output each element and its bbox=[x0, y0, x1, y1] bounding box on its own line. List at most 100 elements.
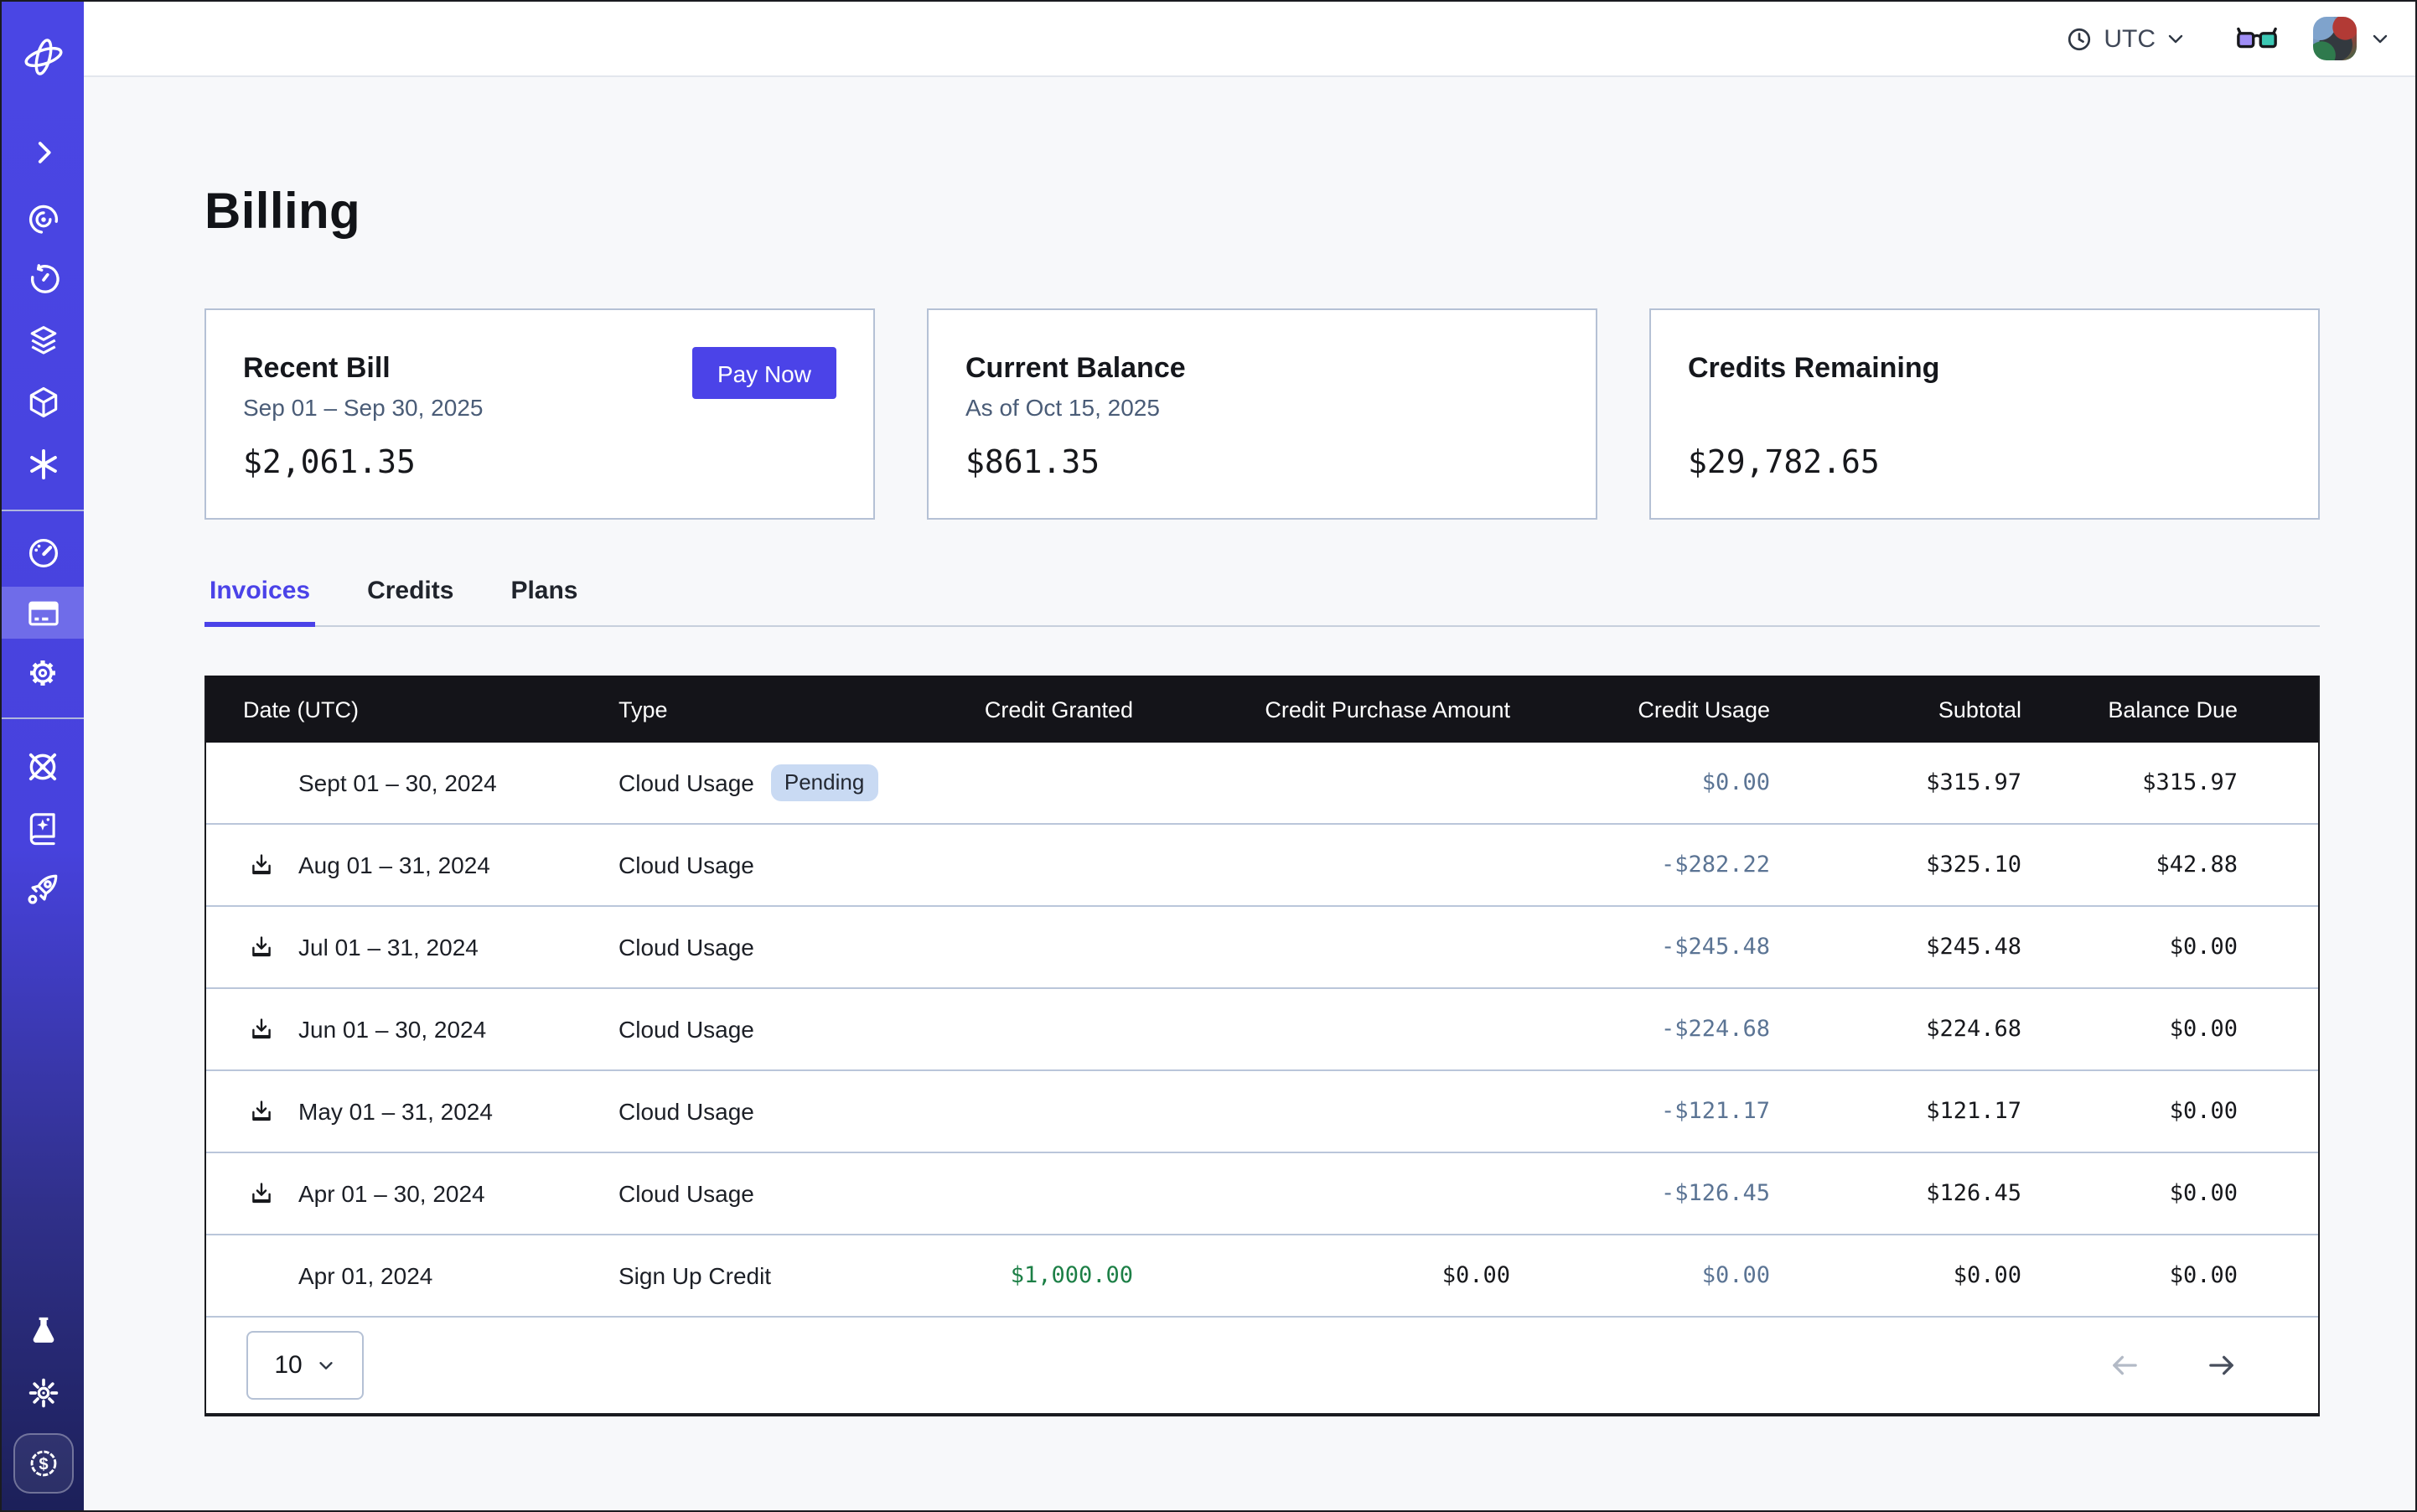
table-header: Date (UTC) Type Credit Granted Credit Pu… bbox=[206, 676, 2318, 743]
flask-icon bbox=[24, 1312, 61, 1349]
invoice-type: Cloud Usage bbox=[618, 1180, 754, 1207]
app-window: $ UTC Billing bbox=[0, 0, 2417, 1512]
topbar: UTC bbox=[84, 2, 2415, 77]
tab-plans[interactable]: Plans bbox=[505, 577, 582, 625]
billing-page: Billing Recent Bill Sep 01 – Sep 30, 202… bbox=[84, 77, 2415, 1510]
dollar-badge-icon: $ bbox=[24, 1445, 61, 1482]
billing-tabs: Invoices Credits Plans bbox=[204, 577, 2320, 627]
column-header-credit-granted: Credit Granted bbox=[949, 696, 1133, 722]
credit-usage: -$121.17 bbox=[1510, 1098, 1770, 1125]
column-header-credit-usage: Credit Usage bbox=[1510, 696, 1770, 722]
page-size-select[interactable]: 10 bbox=[246, 1331, 364, 1400]
chevron-down-icon bbox=[318, 1356, 336, 1375]
theme-toggle[interactable] bbox=[2, 1366, 84, 1418]
balance-due: $0.00 bbox=[2021, 934, 2318, 961]
invoice-type: Cloud Usage bbox=[618, 769, 754, 796]
subtotal: $121.17 bbox=[1770, 1098, 2021, 1125]
clock-icon bbox=[2065, 24, 2094, 53]
timezone-label: UTC bbox=[2104, 24, 2156, 53]
download-icon bbox=[248, 1180, 275, 1207]
balance-due: $0.00 bbox=[2021, 1180, 2318, 1207]
credits-remaining-amount: $29,782.65 bbox=[1688, 444, 2281, 481]
orbit-logo-icon[interactable] bbox=[2, 30, 84, 82]
sidebar-item-labs[interactable] bbox=[2, 1304, 84, 1356]
download-invoice-button[interactable] bbox=[248, 1016, 275, 1043]
recent-bill-amount: $2,061.35 bbox=[243, 444, 836, 481]
download-invoice-button[interactable] bbox=[248, 934, 275, 961]
sidebar-item-support[interactable] bbox=[2, 741, 84, 793]
asterisk-icon[interactable] bbox=[2, 438, 84, 489]
glasses-icon[interactable] bbox=[2236, 24, 2278, 53]
subtotal: $0.00 bbox=[1770, 1262, 2021, 1289]
column-header-type: Type bbox=[605, 696, 949, 722]
table-row: May 01 – 31, 2024 Cloud Usage -$121.17 $… bbox=[206, 1069, 2318, 1152]
prev-page-arrow-left-icon[interactable] bbox=[2107, 1348, 2142, 1383]
invoice-date: Jun 01 – 30, 2024 bbox=[298, 1016, 486, 1043]
billing-card-icon bbox=[24, 594, 61, 631]
chevron-right-icon[interactable] bbox=[2, 126, 84, 178]
credit-usage: $0.00 bbox=[1510, 1262, 1770, 1289]
credits-remaining-card: Credits Remaining $29,782.65 bbox=[1649, 308, 2320, 520]
avatar[interactable] bbox=[2313, 17, 2357, 60]
invoice-type: Cloud Usage bbox=[618, 1098, 754, 1125]
pay-now-button[interactable]: Pay Now bbox=[692, 347, 836, 399]
credit-granted: $1,000.00 bbox=[949, 1262, 1133, 1289]
table-row: Apr 01, 2024 Sign Up Credit $1,000.00 $0… bbox=[206, 1234, 2318, 1316]
next-page-arrow-right-icon[interactable] bbox=[2204, 1348, 2239, 1383]
user-menu-chevron-down-icon[interactable] bbox=[2370, 28, 2390, 49]
invoice-date: May 01 – 31, 2024 bbox=[298, 1098, 493, 1125]
balance-due: $0.00 bbox=[2021, 1262, 2318, 1289]
tab-invoices[interactable]: Invoices bbox=[204, 577, 315, 627]
balance-due: $315.97 bbox=[2021, 769, 2318, 796]
credits-button[interactable]: $ bbox=[13, 1433, 73, 1494]
download-invoice-button[interactable] bbox=[248, 1180, 275, 1207]
book-sparkle-icon bbox=[24, 809, 61, 846]
download-icon bbox=[248, 852, 275, 878]
status-badge: Pending bbox=[771, 764, 877, 800]
sidebar-item-settings[interactable] bbox=[2, 647, 84, 699]
timezone-selector[interactable]: UTC bbox=[2065, 24, 2186, 53]
credit-usage: -$282.22 bbox=[1510, 852, 1770, 878]
subtotal: $245.48 bbox=[1770, 934, 2021, 961]
download-icon bbox=[248, 934, 275, 961]
sidebar-item-billing[interactable] bbox=[2, 587, 84, 639]
card-subtitle bbox=[1688, 394, 2281, 422]
download-invoice-button[interactable] bbox=[248, 1098, 275, 1125]
subtotal: $224.68 bbox=[1770, 1016, 2021, 1043]
subtotal: $325.10 bbox=[1770, 852, 2021, 878]
balance-due: $0.00 bbox=[2021, 1098, 2318, 1125]
invoice-type: Cloud Usage bbox=[618, 934, 754, 961]
column-header-credit-purchase-amount: Credit Purchase Amount bbox=[1133, 696, 1510, 722]
sun-icon bbox=[24, 1374, 61, 1411]
summary-cards: Recent Bill Sep 01 – Sep 30, 2025 $2,061… bbox=[204, 308, 2320, 520]
subtotal: $126.45 bbox=[1770, 1180, 2021, 1207]
card-subtitle: As of Oct 15, 2025 bbox=[965, 394, 1559, 422]
sidebar-item-docs[interactable] bbox=[2, 801, 84, 853]
column-header-balance-due: Balance Due bbox=[2021, 696, 2318, 722]
credit-usage: -$126.45 bbox=[1510, 1180, 1770, 1207]
table-row: Sept 01 – 30, 2024 Cloud Usage Pending $… bbox=[206, 743, 2318, 823]
timer-icon[interactable] bbox=[2, 253, 84, 305]
table-row: Aug 01 – 31, 2024 Cloud Usage -$282.22 $… bbox=[206, 823, 2318, 905]
helm-icon bbox=[23, 748, 62, 786]
credit-usage: $0.00 bbox=[1510, 769, 1770, 796]
download-invoice-button[interactable] bbox=[248, 852, 275, 878]
invoice-type: Cloud Usage bbox=[618, 852, 754, 878]
iris-icon[interactable] bbox=[2, 193, 84, 245]
svg-text:$: $ bbox=[38, 1455, 47, 1473]
chevron-down-icon bbox=[2166, 28, 2186, 49]
gauge-icon bbox=[24, 534, 61, 571]
pagination: 10 bbox=[206, 1316, 2318, 1413]
sidebar-divider bbox=[2, 510, 84, 511]
layers-icon[interactable] bbox=[2, 313, 84, 365]
sidebar-item-dashboard[interactable] bbox=[2, 526, 84, 578]
cube-icon[interactable] bbox=[2, 375, 84, 427]
sidebar-item-getting-started[interactable] bbox=[2, 863, 84, 915]
tab-credits[interactable]: Credits bbox=[362, 577, 458, 625]
page-size-value: 10 bbox=[274, 1351, 302, 1380]
invoice-date: Apr 01, 2024 bbox=[298, 1262, 432, 1289]
table-row: Jul 01 – 31, 2024 Cloud Usage -$245.48 $… bbox=[206, 905, 2318, 987]
invoice-date: Apr 01 – 30, 2024 bbox=[298, 1180, 485, 1207]
invoices-table: Date (UTC) Type Credit Granted Credit Pu… bbox=[204, 676, 2320, 1416]
sidebar: $ bbox=[2, 2, 84, 1510]
